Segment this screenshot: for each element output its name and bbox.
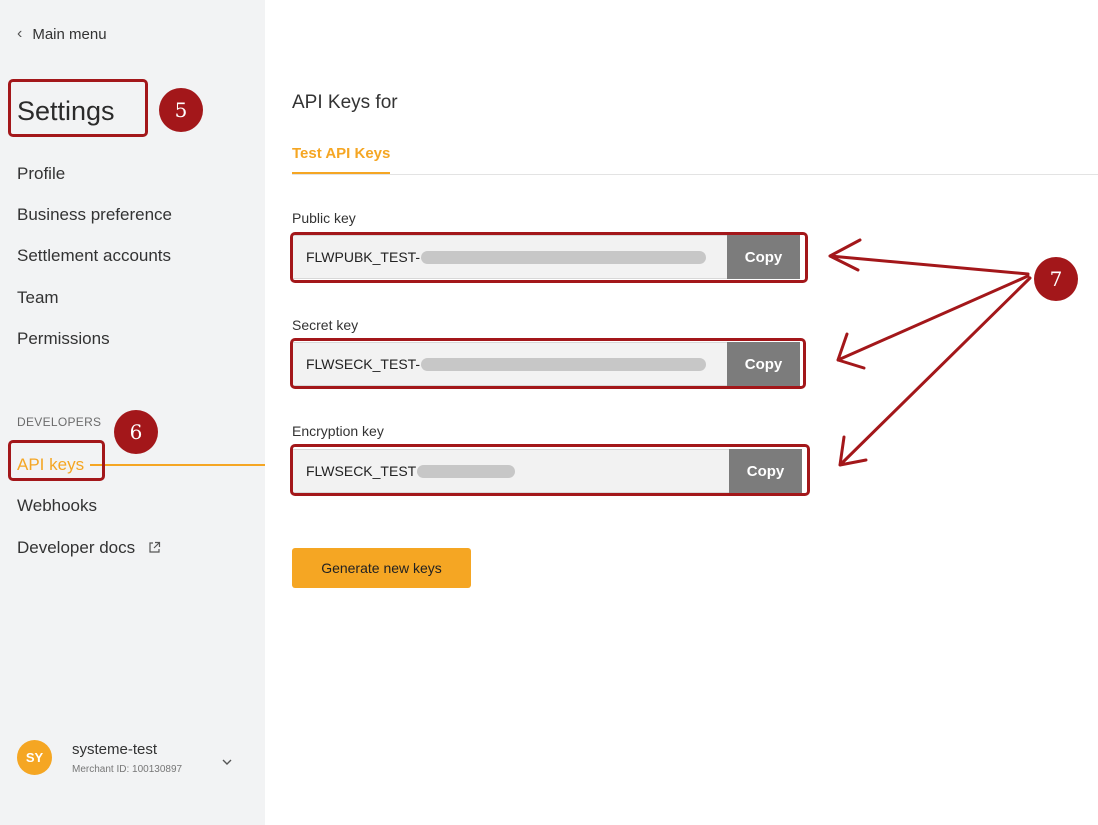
step-badge-5: 5 [159,88,203,132]
page-title: API Keys for [292,92,398,113]
developers-section-label: DEVELOPERS [17,415,102,429]
sidebar-item-permissions[interactable]: Permissions [17,329,110,349]
main-menu-link[interactable]: ‹ Main menu [17,25,107,43]
sidebar-item-profile[interactable]: Profile [17,164,65,184]
public-key-label: Public key [292,210,356,226]
encryption-key-label: Encryption key [292,423,384,439]
merchant-id: Merchant ID: 100130897 [72,763,183,775]
sidebar-item-settlement-accounts[interactable]: Settlement accounts [17,246,171,266]
main-menu-label: Main menu [32,25,107,43]
encryption-key-highlight [290,444,810,496]
sidebar-item-webhooks[interactable]: Webhooks [17,496,97,516]
user-account[interactable]: SY systeme-test Merchant ID: 100130897 [17,740,182,775]
sidebar-item-business-preference[interactable]: Business preference [17,205,172,225]
step-badge-6: 6 [114,410,158,454]
arrow-to-secret-key [836,274,1030,370]
secret-key-label: Secret key [292,317,359,333]
api-keys-highlight [8,440,105,481]
step-badge-7: 7 [1034,257,1078,301]
arrow-to-public-key [828,238,1030,276]
settings-highlight [8,79,148,137]
chevron-down-icon[interactable] [220,755,234,769]
generate-new-keys-button[interactable]: Generate new keys [292,548,471,588]
tab-divider [292,174,1098,175]
sidebar-item-developer-docs[interactable]: Developer docs [17,538,161,558]
developer-docs-label: Developer docs [17,538,136,557]
tab-test-api-keys[interactable]: Test API Keys [292,145,391,174]
chevron-left-icon: ‹ [17,25,23,42]
user-name: systeme-test [72,740,158,758]
sidebar-item-team[interactable]: Team [17,288,59,308]
active-indicator [90,464,265,466]
arrow-to-encryption-key [838,276,1032,467]
avatar: SY [17,740,52,775]
external-link-icon [149,541,160,553]
secret-key-highlight [290,338,806,389]
public-key-highlight [290,232,808,283]
